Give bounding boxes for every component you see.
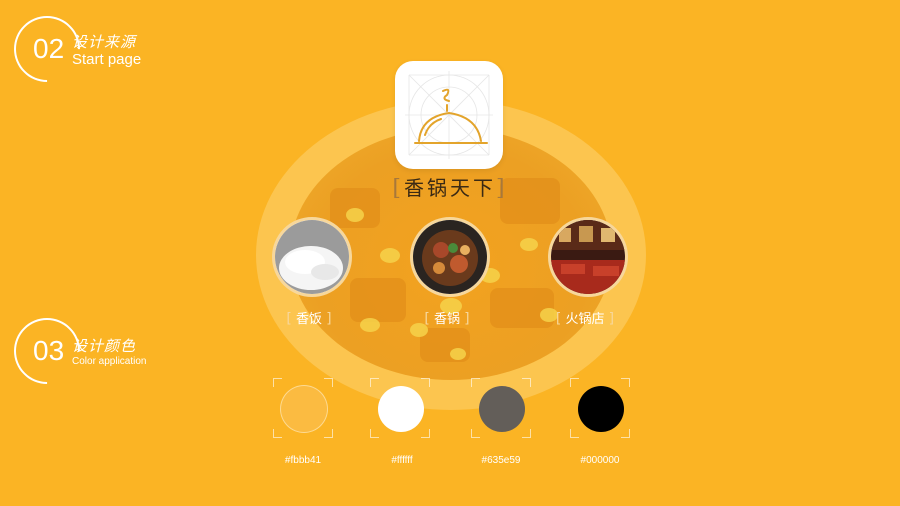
food-label-xiangguo: [ 香锅 ] <box>424 311 470 327</box>
swatch-hex-1: #fbbb41 <box>284 455 322 466</box>
cloche-icon <box>405 71 493 159</box>
app-name-text: 香锅天下 <box>404 176 496 200</box>
swatch-frame-3 <box>471 378 531 438</box>
swatch-ffffff <box>378 386 424 432</box>
swatch-hex-2: #ffffff <box>391 455 413 466</box>
bracket-left: [ <box>392 176 404 201</box>
food-label-rice: [ 香饭 ] <box>286 311 332 327</box>
swatch-frame-1 <box>273 378 333 438</box>
section-02-title-cn: 设计来源 <box>72 33 137 51</box>
section-03-title-cn: 设计颜色 <box>72 337 137 355</box>
app-name: [香锅天下] <box>380 171 520 205</box>
swatch-hex-4: #000000 <box>580 455 620 466</box>
swatch-000000 <box>578 386 624 432</box>
section-02-number: 02 <box>33 33 65 64</box>
swatch-frame-2 <box>370 378 430 438</box>
bracket-right: ] <box>496 176 508 201</box>
app-icon <box>395 61 503 169</box>
section-03-number: 03 <box>33 335 65 366</box>
food-rice-image <box>272 217 352 297</box>
food-label-hotpot: [ 火锅店 ] <box>555 311 615 327</box>
food-xiangguo-image <box>410 217 490 297</box>
food-hotpot-restaurant-image <box>548 217 628 297</box>
swatch-frame-4 <box>570 378 630 438</box>
section-03-title-en: Color application <box>72 356 147 367</box>
section-02-title-en: Start page <box>72 51 142 68</box>
swatch-hex-3: #635e59 <box>481 455 521 466</box>
swatch-635e59 <box>479 386 525 432</box>
swatch-fbbb41 <box>281 386 327 432</box>
